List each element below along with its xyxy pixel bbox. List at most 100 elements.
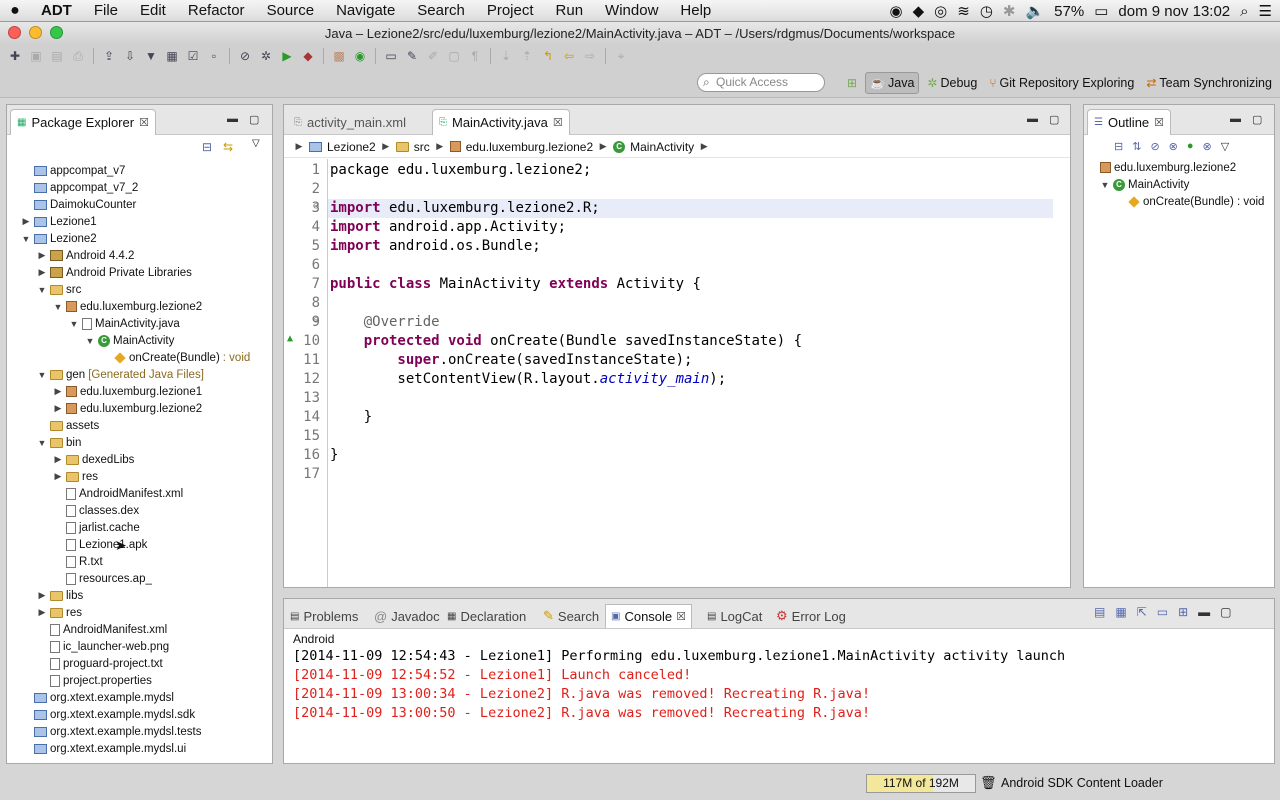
close-icon[interactable]: ☒	[1154, 116, 1164, 129]
breadcrumb-class[interactable]: MainActivity	[630, 140, 694, 154]
zoom-window-button[interactable]	[50, 26, 63, 39]
menu-refactor[interactable]: Refactor	[177, 2, 256, 19]
hide-local-types-icon[interactable]: ⊗	[1203, 140, 1212, 153]
open-perspective-button[interactable]: ⊞	[843, 72, 861, 94]
tree-item[interactable]: R.txt	[53, 553, 103, 570]
new-icon[interactable]: ✚	[6, 47, 24, 65]
fold-toggle-icon[interactable]: ⊖	[313, 315, 319, 326]
print-icon[interactable]: ⎙	[69, 47, 87, 65]
expand-arrow-icon[interactable]: ▼	[37, 370, 47, 380]
tree-item[interactable]: ▶ Android 4.4.2	[37, 247, 135, 264]
import-icon[interactable]: ⇩	[121, 47, 139, 65]
open-type-icon[interactable]: ▭	[382, 47, 400, 65]
new-java-class-icon[interactable]: ◉	[351, 47, 369, 65]
collapse-arrow-icon[interactable]: ▶	[53, 403, 63, 414]
run-external-icon[interactable]: ◆	[299, 47, 317, 65]
debug-icon[interactable]: ✲	[257, 47, 275, 65]
minimize-icon[interactable]: ▬	[227, 113, 238, 125]
perspective-team[interactable]: ⇄ Team Synchronizing	[1142, 72, 1276, 94]
expand-arrow-icon[interactable]: ▼	[21, 234, 31, 244]
expand-arrow-icon[interactable]: ▼	[53, 302, 63, 312]
hide-nonpublic-icon[interactable]: ●	[1187, 140, 1194, 153]
tree-item[interactable]: ▼ bin	[37, 434, 82, 451]
tree-item[interactable]: resources.ap_	[53, 570, 152, 587]
tab-search[interactable]: ✎ Search	[543, 604, 599, 628]
run-icon[interactable]: ▶	[278, 47, 296, 65]
hide-static-icon[interactable]: ⊗	[1169, 140, 1178, 153]
menu-window[interactable]: Window	[594, 2, 669, 19]
tree-item[interactable]: ▼ MainActivity.java	[69, 315, 180, 332]
new-android-project-icon[interactable]: ▫	[205, 47, 223, 65]
close-icon[interactable]: ☒	[676, 610, 686, 623]
tree-item[interactable]: org.xtext.example.mydsl.ui	[21, 740, 186, 757]
tree-item[interactable]: DaimokuCounter	[21, 196, 136, 213]
notification-center-icon[interactable]: ☰	[1259, 2, 1272, 20]
quick-access-input[interactable]: ⌕ Quick Access	[697, 73, 825, 92]
menu-source[interactable]: Source	[256, 2, 326, 19]
clear-console-icon[interactable]: ▤	[1094, 605, 1105, 619]
sort-icon[interactable]: ⇅	[1132, 140, 1141, 153]
perspective-java[interactable]: ☕ Java	[865, 72, 920, 94]
tree-item[interactable]: project.properties	[37, 672, 152, 689]
fold-toggle-icon[interactable]: ⊖	[313, 201, 319, 212]
menu-project[interactable]: Project	[476, 2, 545, 19]
minimize-window-button[interactable]	[29, 26, 42, 39]
tree-item[interactable]: ▶ libs	[37, 587, 84, 604]
tree-item[interactable]: ▼ Lezione2	[21, 230, 97, 247]
tree-item[interactable]: org.xtext.example.mydsl.tests	[21, 723, 201, 740]
tree-item[interactable]: org.xtext.example.mydsl.sdk	[21, 706, 195, 723]
new-java-package-icon[interactable]: ▩	[330, 47, 348, 65]
export-icon[interactable]: ⇪	[100, 47, 118, 65]
sync-icon[interactable]: ◎	[934, 2, 947, 20]
tree-item[interactable]: ▶ Android Private Libraries	[37, 264, 192, 281]
tree-item[interactable]: AndroidManifest.xml	[37, 621, 167, 638]
maximize-icon[interactable]: ▢	[1252, 113, 1262, 126]
toggle-mark-occurrences-icon[interactable]: ✐	[424, 47, 442, 65]
menu-file[interactable]: File	[83, 2, 129, 19]
tab-declaration[interactable]: ▦ Declaration	[447, 604, 526, 628]
expand-arrow-icon[interactable]: ▼	[69, 319, 79, 329]
tree-item[interactable]: ▼ C MainActivity	[85, 332, 174, 349]
breadcrumb-src[interactable]: src	[414, 140, 430, 154]
volume-icon[interactable]: 🔈	[1025, 2, 1044, 20]
expand-arrow-icon[interactable]: ▼	[1100, 180, 1110, 190]
status-task[interactable]: Android SDK Content Loader	[1001, 776, 1163, 790]
view-menu-icon[interactable]: ▽	[1221, 140, 1229, 153]
collapse-arrow-icon[interactable]: ▶	[53, 454, 63, 465]
garbage-collect-icon[interactable]: 🗑	[980, 775, 997, 791]
tree-item[interactable]: onCreate(Bundle) : void	[101, 349, 250, 366]
maximize-icon[interactable]: ▢	[249, 113, 259, 126]
link-with-editor-icon[interactable]: ⇆	[223, 140, 233, 154]
tree-item[interactable]: appcompat_v7	[21, 162, 125, 179]
apple-menu-icon[interactable]: ●	[0, 2, 30, 20]
last-edit-location-icon[interactable]: ↰	[539, 47, 557, 65]
menu-navigate[interactable]: Navigate	[325, 2, 406, 19]
search-tool-icon[interactable]: ✎	[403, 47, 421, 65]
collapse-arrow-icon[interactable]: ▶	[21, 216, 31, 227]
display-console-icon[interactable]: ▭	[1157, 605, 1168, 619]
tab-package-explorer[interactable]: ▦ Package Explorer ☒	[10, 109, 156, 135]
clock[interactable]: dom 9 nov 13:02	[1118, 3, 1230, 20]
tab-console[interactable]: ▣ Console ☒	[605, 604, 693, 628]
tree-item[interactable]: proguard-project.txt	[37, 655, 163, 672]
tree-item[interactable]: ▶ edu.luxemburg.lezione2	[53, 400, 203, 417]
tree-item[interactable]: assets	[37, 417, 99, 434]
tab-logcat[interactable]: ▤ LogCat	[707, 604, 762, 628]
tree-item[interactable]: ▶ res	[53, 468, 98, 485]
close-icon[interactable]: ☒	[139, 116, 149, 129]
show-whitespace-icon[interactable]: ¶	[466, 47, 484, 65]
previous-annotation-icon[interactable]: ⇡	[518, 47, 536, 65]
lint-icon[interactable]: ☑	[184, 47, 202, 65]
pin-editor-icon[interactable]: ⌖	[612, 47, 630, 65]
save-icon[interactable]: ▣	[27, 47, 45, 65]
android-sdk-manager-icon[interactable]: ▼	[142, 47, 160, 65]
collapse-arrow-icon[interactable]: ▶	[53, 386, 63, 397]
time-machine-icon[interactable]: ◷	[980, 2, 993, 20]
record-icon[interactable]: ◉	[890, 2, 903, 20]
block-selection-icon[interactable]: ▢	[445, 47, 463, 65]
forward-icon[interactable]: ⇨	[581, 47, 599, 65]
collapse-arrow-icon[interactable]: ▶	[37, 250, 47, 261]
tab-outline[interactable]: ☰ Outline ☒	[1087, 109, 1172, 135]
heap-status[interactable]: 117M of 192M	[866, 774, 976, 793]
close-window-button[interactable]	[8, 26, 21, 39]
